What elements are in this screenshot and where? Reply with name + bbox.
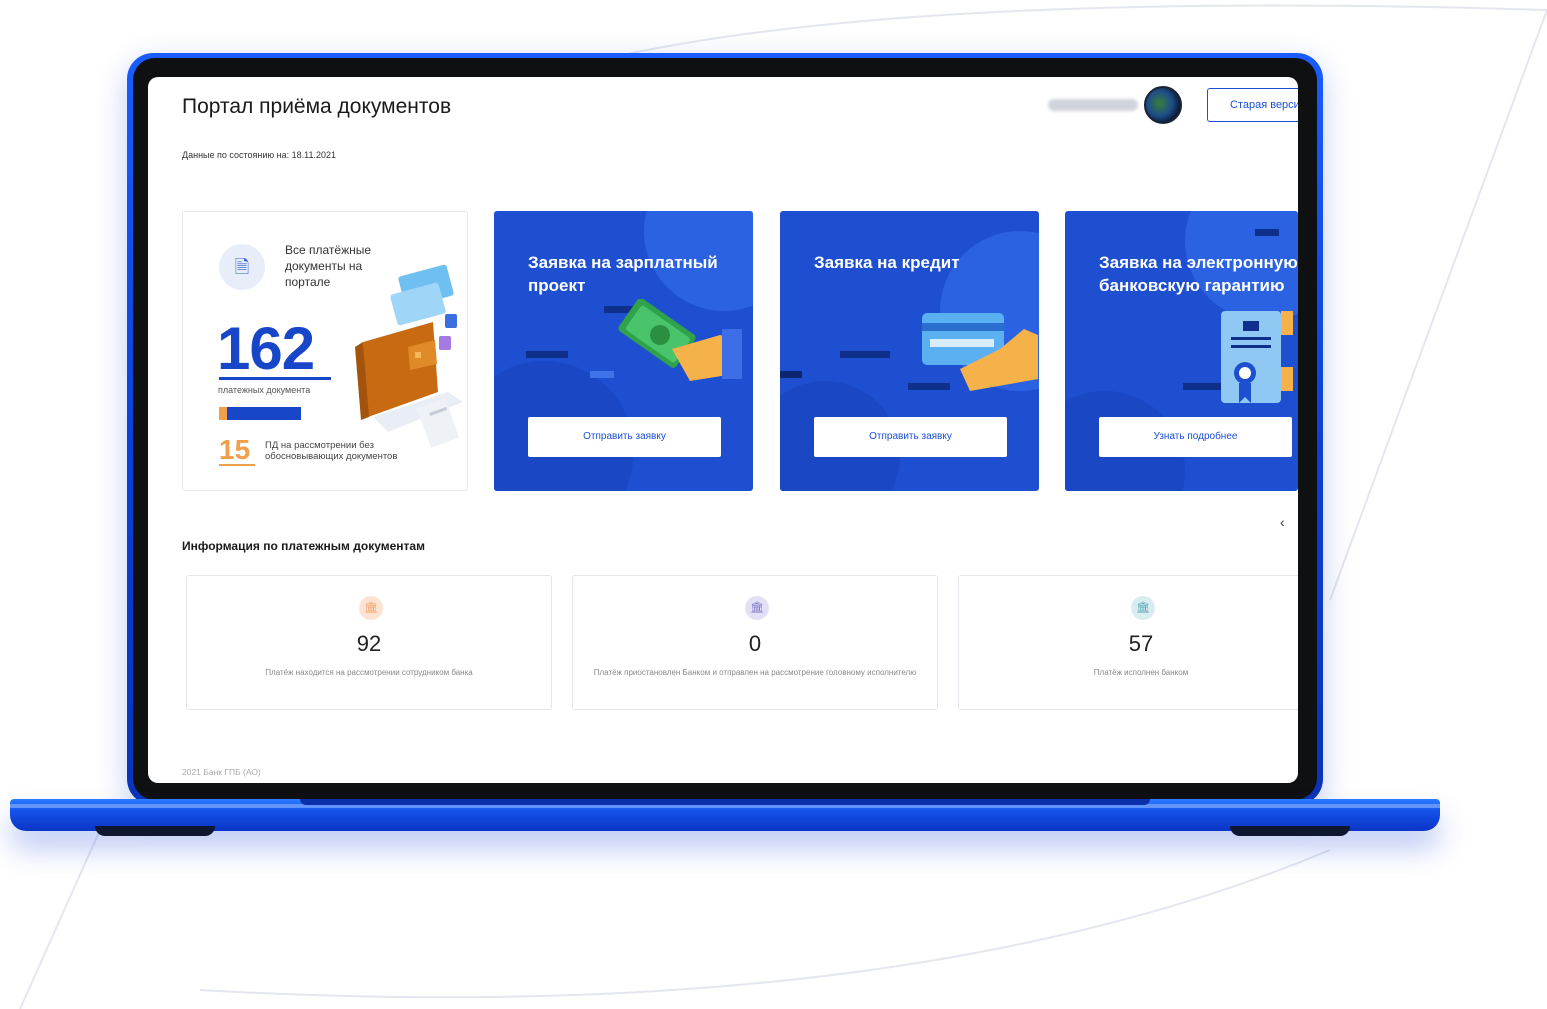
- laptop-hinge: [300, 799, 1150, 805]
- money-hand-icon: [618, 299, 742, 381]
- stat-card-suspended: 🏛 0 Платёж приостановлен Банком и отправ…: [572, 575, 938, 710]
- salary-project-button[interactable]: Отправить заявку: [528, 417, 721, 457]
- document-icon: 🗎: [219, 244, 265, 290]
- bank-guarantee-button[interactable]: Узнать подробнее: [1099, 417, 1292, 457]
- stat-description: Платёж находится на рассмотрении сотрудн…: [265, 668, 473, 677]
- stat-description: Платёж приостановлен Банком и отправлен …: [593, 668, 917, 677]
- decor-dash: [590, 371, 614, 378]
- documents-progress-review-part: [219, 407, 227, 420]
- stat-value: 92: [356, 631, 382, 656]
- credit-card-title: Заявка на кредит: [814, 253, 960, 272]
- decor-dash: [780, 371, 802, 378]
- footer-copyright: 2021 Банк ГПБ (АО): [182, 767, 261, 777]
- salary-project-title: Заявка на зарплатный проект: [528, 253, 718, 295]
- stat-card-review: 🏛 92 Платёж находится на рассмотрении со…: [186, 575, 552, 710]
- section-title: Информация по платежным документам: [182, 539, 425, 553]
- credit-card: Заявка на кредит Отправить заявку: [780, 211, 1039, 491]
- documents-progress-bar: [219, 407, 301, 420]
- salary-project-card: Заявка на зарплатный проект Отправить за…: [494, 211, 753, 491]
- review-count: 15: [219, 434, 251, 465]
- bank-icon: 🏛: [1131, 596, 1155, 620]
- user-avatar[interactable]: [1144, 86, 1182, 124]
- decor-dash: [526, 351, 568, 358]
- bank-icon: 🏛: [745, 596, 769, 620]
- credit-card-hand-icon: [922, 313, 1038, 391]
- page-title: Портал приёма документов: [182, 95, 452, 118]
- stage: Портал приёма документов Старая верси Да…: [0, 0, 1547, 1009]
- decor-dash: [840, 351, 890, 358]
- laptop-foot-right: [1230, 826, 1350, 836]
- user-name-blurred: [1048, 99, 1138, 111]
- bank-guarantee-title: Заявка на электронную банковскую гаранти…: [1099, 253, 1298, 295]
- old-version-button[interactable]: Старая верси: [1207, 88, 1298, 122]
- decor-dash: [1255, 229, 1279, 236]
- stat-value: 57: [1128, 631, 1154, 656]
- total-documents-count: 162: [217, 315, 315, 382]
- review-count-underline: [219, 464, 255, 466]
- total-count-underline: [219, 377, 331, 380]
- credit-button[interactable]: Отправить заявку: [814, 417, 1007, 457]
- stat-value: 0: [748, 631, 762, 656]
- stat-card-executed: 🏛 57 Платёж исполнен банком: [958, 575, 1298, 710]
- bank-icon: 🏛: [359, 596, 383, 620]
- data-date-label: Данные по состоянию на: 18.11.2021: [182, 150, 337, 160]
- certificate-icon: [1221, 311, 1293, 403]
- app-screen: Портал приёма документов Старая верси Да…: [148, 77, 1298, 783]
- wallet-illustration: [355, 264, 463, 448]
- bank-guarantee-card: Заявка на электронную банковскую гаранти…: [1065, 211, 1298, 491]
- laptop-foot-left: [95, 826, 215, 836]
- total-documents-label: платежных документа: [218, 385, 311, 395]
- stat-description: Платёж исполнен банком: [1093, 668, 1189, 677]
- carousel-prev-arrow[interactable]: ‹: [1280, 514, 1285, 530]
- summary-card: 🗎 Все платёжные документы на портале 162…: [182, 211, 468, 491]
